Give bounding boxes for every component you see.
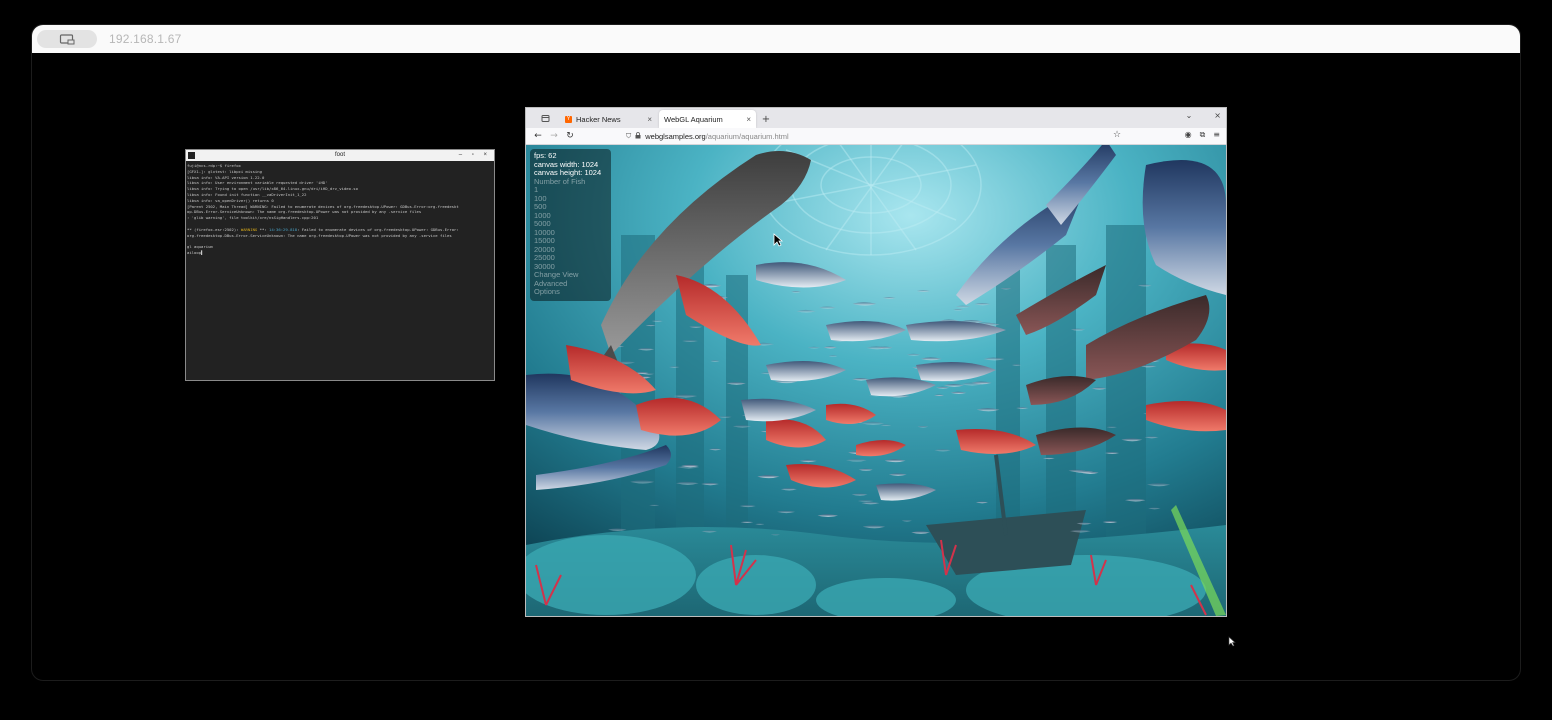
remote-title-bar: 192.168.1.67 (32, 25, 1520, 53)
forward-icon[interactable]: → (546, 129, 562, 143)
tab-list-icon[interactable] (530, 108, 560, 128)
list-all-tabs-icon[interactable]: ⌄ (1186, 111, 1193, 120)
menu-icon[interactable]: ≡ (1213, 130, 1220, 140)
aquarium-scene (526, 145, 1226, 616)
hacker-news-favicon: Y (565, 115, 572, 123)
webgl-canvas[interactable]: fps: 62 canvas width: 1024 canvas height… (526, 145, 1226, 616)
close-window-icon[interactable]: × (1214, 111, 1221, 120)
tab-hacker-news[interactable]: Y Hacker News × (560, 110, 657, 128)
close-tab-icon[interactable]: × (746, 115, 751, 124)
tab-bar: Y Hacker News × WebGL Aquarium × + ⌄ × (526, 108, 1226, 128)
tab-webgl-aquarium[interactable]: WebGL Aquarium × (659, 110, 756, 128)
url-path: /aquarium/aquarium.html (705, 132, 789, 141)
shield-icon[interactable]: ⛉ (626, 133, 631, 141)
mouse-cursor-icon (773, 233, 783, 247)
window-controls[interactable]: – ▫ × (459, 150, 491, 161)
extensions-icon[interactable]: ⧉ (1200, 130, 1206, 140)
terminal-icon (188, 152, 195, 159)
browser-window: Y Hacker News × WebGL Aquarium × + ⌄ × ←… (525, 107, 1227, 617)
fish-count-options: 1 100 500 1000 5000 10000 15000 20000 25000 30000 (534, 185, 607, 271)
number-of-fish-label: Number of Fish (534, 176, 586, 186)
remote-desktop-icon[interactable] (37, 30, 97, 48)
remote-address: 192.168.1.67 (109, 32, 182, 46)
terminal-line: org.freedesktop.DBus.Error.ServiceUnknow… (187, 232, 452, 238)
close-tab-icon[interactable]: × (647, 115, 652, 124)
tab-label: WebGL Aquarium (664, 114, 723, 124)
reload-icon[interactable]: ↻ (562, 129, 578, 143)
url-bar[interactable]: ⛉ webglsamples.org/aquarium/aquarium.htm… (626, 130, 1126, 143)
terminal-output[interactable]: fuji@ncs-rdp:~$ firefox [GFX1-]: glxtest:… (186, 161, 494, 380)
terminal-line: ** (firefox-esr:2502): WARNING **: 14:36… (187, 226, 459, 232)
terminal-window[interactable]: foot – ▫ × fuji@ncs-rdp:~$ firefox [GFX1-… (185, 149, 495, 381)
new-tab-button[interactable]: + (758, 110, 774, 128)
terminal-line: ailoop▌ (187, 249, 204, 255)
account-icon[interactable]: ◉ (1185, 130, 1192, 140)
aquarium-hud: fps: 62 canvas width: 1024 canvas height… (530, 149, 611, 301)
options-button[interactable]: Options (534, 287, 607, 297)
desktop-cursor-icon (1228, 636, 1236, 647)
terminal-title: foot (334, 152, 345, 158)
bookmark-star-icon[interactable]: ☆ (1113, 130, 1121, 140)
navigation-bar: ← → ↻ ⛉ webglsamples.org/aquarium/aquari… (526, 128, 1226, 145)
url-host: webglsamples.org (645, 132, 706, 141)
terminal-title-bar[interactable]: foot – ▫ × (186, 150, 494, 161)
back-icon[interactable]: ← (530, 129, 546, 143)
tab-label: Hacker News (576, 114, 621, 124)
lock-icon[interactable] (635, 132, 641, 141)
